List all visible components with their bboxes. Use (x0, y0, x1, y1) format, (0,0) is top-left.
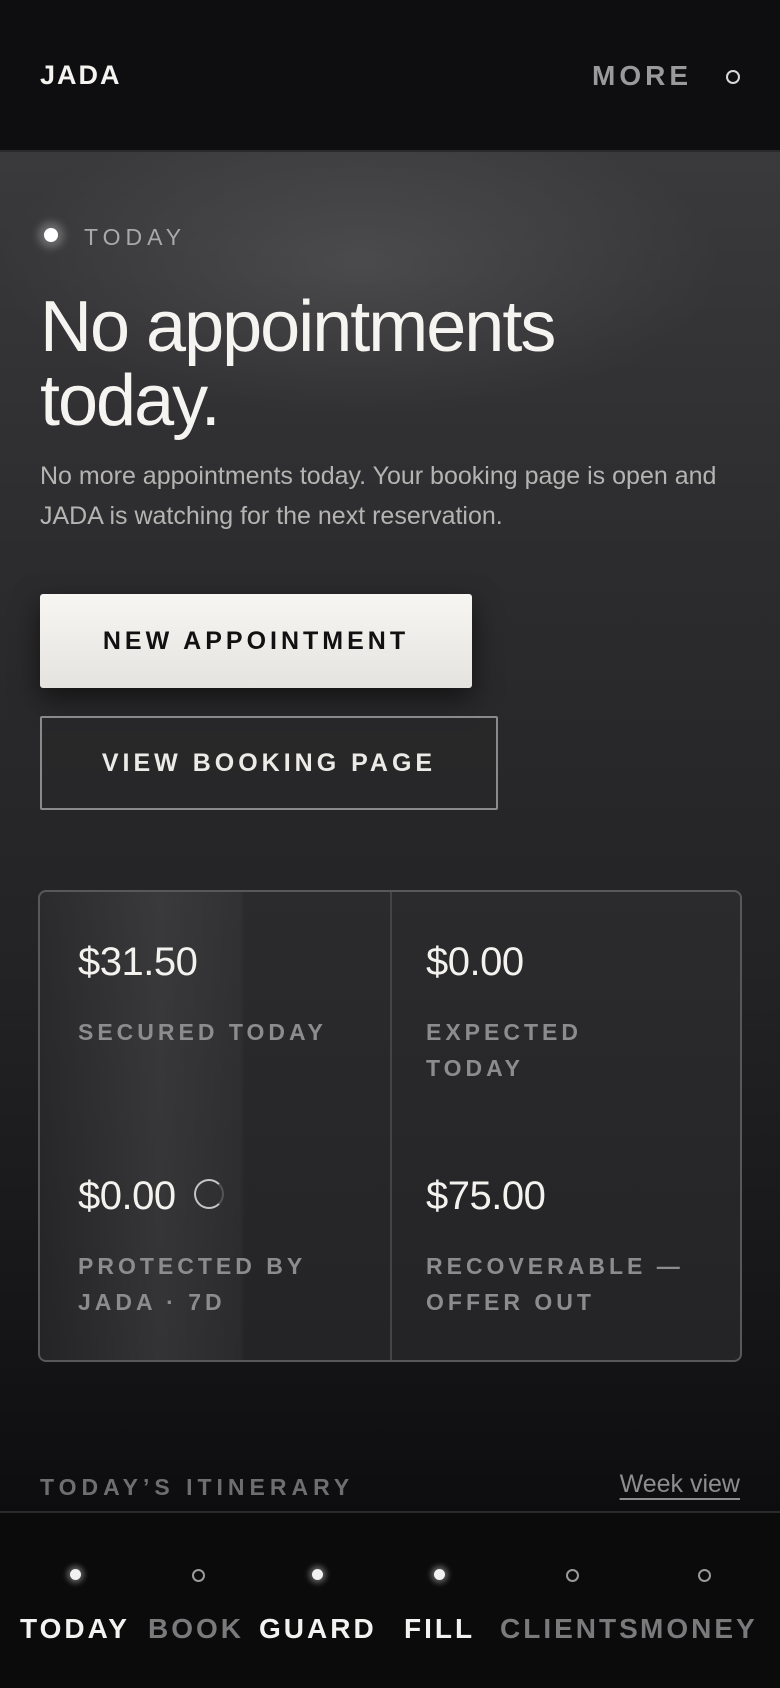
tab-money[interactable]: MONEY (640, 1513, 765, 1688)
page-title: No appointments today. (40, 287, 556, 441)
tab-label: MONEY (640, 1613, 758, 1644)
bottom-nav: TODAY BOOK GUARD FILL CLIENTS MONEY (0, 1511, 780, 1688)
stats-divider (390, 892, 392, 1360)
stat-value: $0.00 (426, 940, 524, 984)
stat-label: RECOVERABLE — OFFER OUT (426, 1253, 684, 1315)
itinerary-title: TODAY’S ITINERARY (40, 1474, 355, 1500)
tab-guard[interactable]: GUARD (259, 1513, 379, 1688)
today-hero: TODAY No appointments today. No more app… (0, 152, 780, 1512)
view-booking-page-button[interactable]: VIEW BOOKING PAGE (40, 716, 498, 810)
new-appointment-button[interactable]: NEW APPOINTMENT (40, 594, 472, 688)
stat-label: EXPECTED TODAY (426, 1019, 582, 1081)
tab-today[interactable]: TODAY (20, 1513, 130, 1688)
tab-clients[interactable]: CLIENTS (500, 1513, 640, 1688)
tab-label: FILL (404, 1613, 476, 1644)
nav-dot-icon (312, 1569, 323, 1580)
stat-label: PROTECTED BY JADA · 7D (78, 1253, 306, 1315)
nav-dot-icon (70, 1569, 81, 1580)
tab-label: GUARD (259, 1613, 377, 1644)
stat-secured-today: $31.50 SECURED TODAY (78, 938, 378, 1050)
stat-protected: $0.00 PROTECTED BY JADA · 7D (78, 1172, 338, 1320)
nav-dot-icon (192, 1569, 205, 1582)
eyebrow-label: TODAY (84, 224, 187, 250)
stat-value-row: $0.00 (78, 1172, 338, 1220)
tab-book[interactable]: BOOK (148, 1513, 248, 1688)
stats-card: $31.50 SECURED TODAY $0.00 EXPECTED TODA… (38, 890, 742, 1362)
stat-expected-today: $0.00 EXPECTED TODAY (426, 938, 666, 1086)
loading-spinner-icon (193, 1179, 224, 1210)
more-menu-button[interactable]: MORE (592, 60, 692, 92)
week-view-link[interactable]: Week view (620, 1470, 740, 1499)
tab-label: BOOK (148, 1613, 244, 1644)
stat-label: SECURED TODAY (78, 1019, 327, 1045)
stat-value: $31.50 (78, 940, 198, 984)
nav-dot-icon (698, 1569, 711, 1582)
stat-value: $75.00 (426, 1174, 546, 1218)
page-subtitle: No more appointments today. Your booking… (40, 462, 717, 530)
stat-recoverable: $75.00 RECOVERABLE — OFFER OUT (426, 1172, 716, 1320)
tab-label: CLIENTS (500, 1613, 641, 1644)
top-bar: JADA MORE (0, 0, 780, 152)
tab-label: TODAY (20, 1613, 130, 1644)
more-indicator-icon[interactable] (726, 70, 740, 84)
tab-fill[interactable]: FILL (404, 1513, 478, 1688)
stat-value: $0.00 (78, 1174, 176, 1218)
brand-logo[interactable]: JADA (40, 60, 122, 91)
status-dot-icon (44, 228, 58, 242)
nav-dot-icon (566, 1569, 579, 1582)
nav-dot-icon (434, 1569, 445, 1580)
